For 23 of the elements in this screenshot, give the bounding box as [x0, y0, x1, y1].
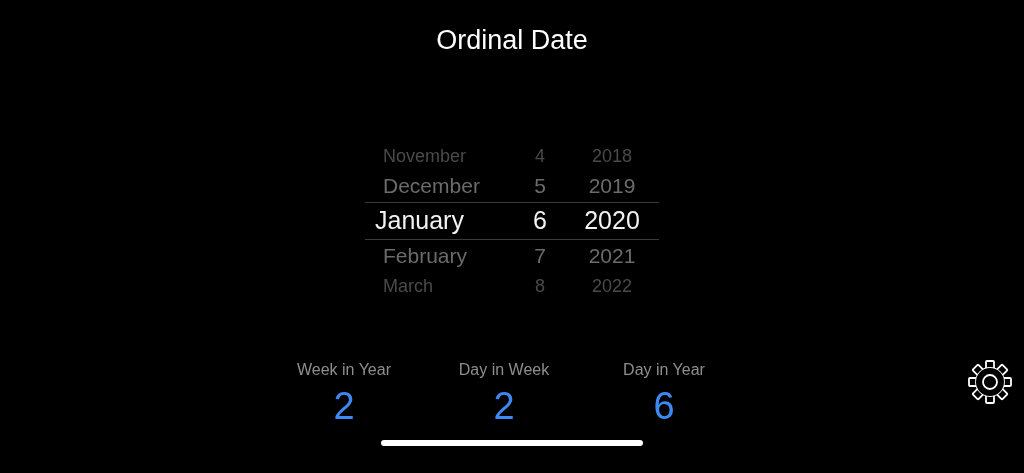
- picker-year[interactable]: 2019: [588, 174, 636, 198]
- picker-year[interactable]: 2021: [588, 244, 636, 268]
- picker-month[interactable]: January: [375, 206, 464, 235]
- stat-label: Week in Year: [297, 361, 391, 378]
- picker-month[interactable]: February: [383, 244, 468, 268]
- stat-label: Day in Week: [458, 361, 550, 378]
- picker-day[interactable]: 4: [535, 145, 545, 166]
- picker-day[interactable]: 5: [534, 174, 546, 198]
- stat-value: 2: [493, 385, 515, 427]
- picker-month[interactable]: November: [383, 145, 467, 166]
- picker-day[interactable]: 8: [535, 275, 545, 296]
- stat-value: 2: [333, 385, 355, 427]
- picker-month[interactable]: March: [383, 275, 433, 296]
- picker-year[interactable]: 2020: [584, 206, 640, 235]
- picker-day[interactable]: 6: [533, 206, 547, 235]
- screen-title: Ordinal Date: [435, 24, 589, 57]
- picker-year[interactable]: 2018: [591, 145, 632, 166]
- stat-label: Day in Year: [623, 361, 705, 378]
- picker-day[interactable]: 7: [534, 244, 546, 268]
- stat-value: 6: [653, 385, 675, 427]
- picker-month[interactable]: December: [383, 174, 480, 198]
- settings-icon[interactable]: [968, 360, 1012, 404]
- picker-year[interactable]: 2022: [591, 275, 632, 296]
